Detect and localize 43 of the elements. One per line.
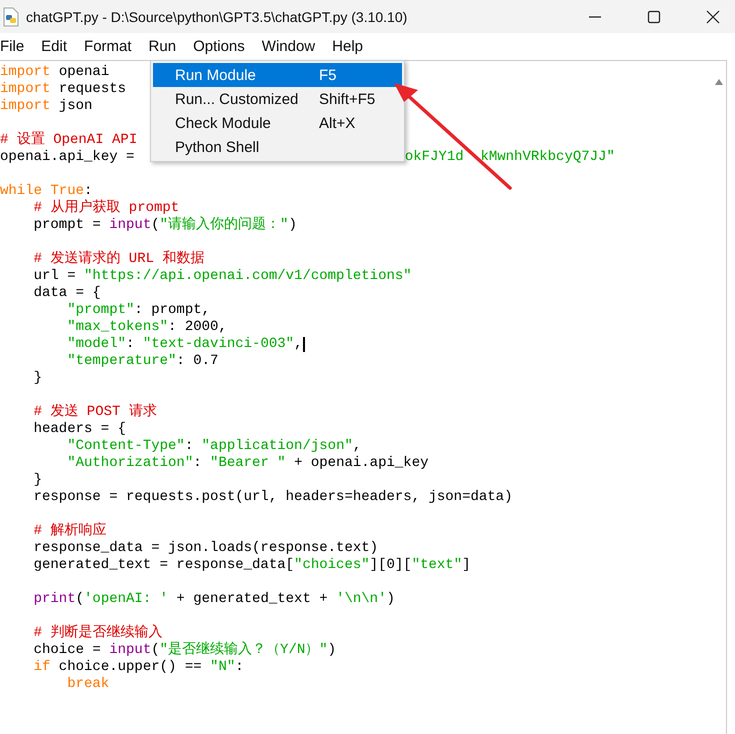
code-line: # 判断是否继续输入 [34,625,162,642]
scroll-up-icon[interactable] [715,79,723,85]
code-line: "prompt": prompt, [67,302,210,319]
maximize-icon[interactable] [647,10,661,24]
code-line: } [34,370,42,387]
menu-option[interactable]: Run... Customized Shift+F5 [153,87,402,111]
menu-item[interactable]: Edit [33,38,76,55]
code-line: import json [0,98,92,115]
code-line: # 发送 POST 请求 [34,404,157,421]
code-line: "Authorization": "Bearer " + openai.api_key [67,455,428,472]
menu-item[interactable]: Options [185,38,253,55]
code-line: data = { [34,285,101,302]
code-line: generated_text = response_data["choices"][0]["text"] [34,557,471,574]
code-line: print('openAI: ' + generated_text + '\n\n') [34,591,395,608]
menu-option[interactable]: Check Module Alt+X [153,111,402,135]
menu-item[interactable]: Format [76,38,140,55]
code-line: "model": "text-davinci-003", [67,336,306,353]
code-line: "temperature": 0.7 [67,353,218,370]
code-line: # 从用户获取 prompt [34,200,180,216]
code-line: "Content-Type": "application/json", [67,438,362,455]
code-line: headers = { [34,421,126,438]
code-line: # 解析响应 [34,523,106,540]
code-line: response_data = json.loads(response.text) [34,540,378,557]
code-line: # 发送请求的 URL 和数据 [34,251,204,268]
menu-item[interactable]: Help [324,38,371,55]
menu-item[interactable]: Window [254,38,324,55]
menu-item[interactable]: Run [140,38,184,55]
code-line: while True: [0,183,92,199]
code-line: # 设置 OpenAI API [0,132,138,149]
code-line: } [34,472,42,489]
window-title: chatGPT.py - D:\Source\python\GPT3.5\chatGPT.py (3.10.10) [26,8,408,24]
menu-option[interactable]: Run Module F5 [153,63,402,87]
code-line: prompt = input("请输入你的问题：") [34,217,297,234]
code-line: url = "https://api.openai.com/v1/completions" [34,268,412,285]
code-line: choice = input("是否继续输入？（Y/N）") [34,642,336,659]
code-line: break [67,676,110,693]
code-line: import requests [0,81,126,98]
code-line: import openai [0,64,110,81]
menu-item[interactable]: File [0,38,32,55]
close-icon[interactable] [706,10,720,24]
code-line: "max_tokens": 2000, [67,319,227,336]
code-line: response = requests.post(url, headers=headers, json=data) [34,489,512,506]
code-line: if choice.upper() == "N": [34,659,244,676]
